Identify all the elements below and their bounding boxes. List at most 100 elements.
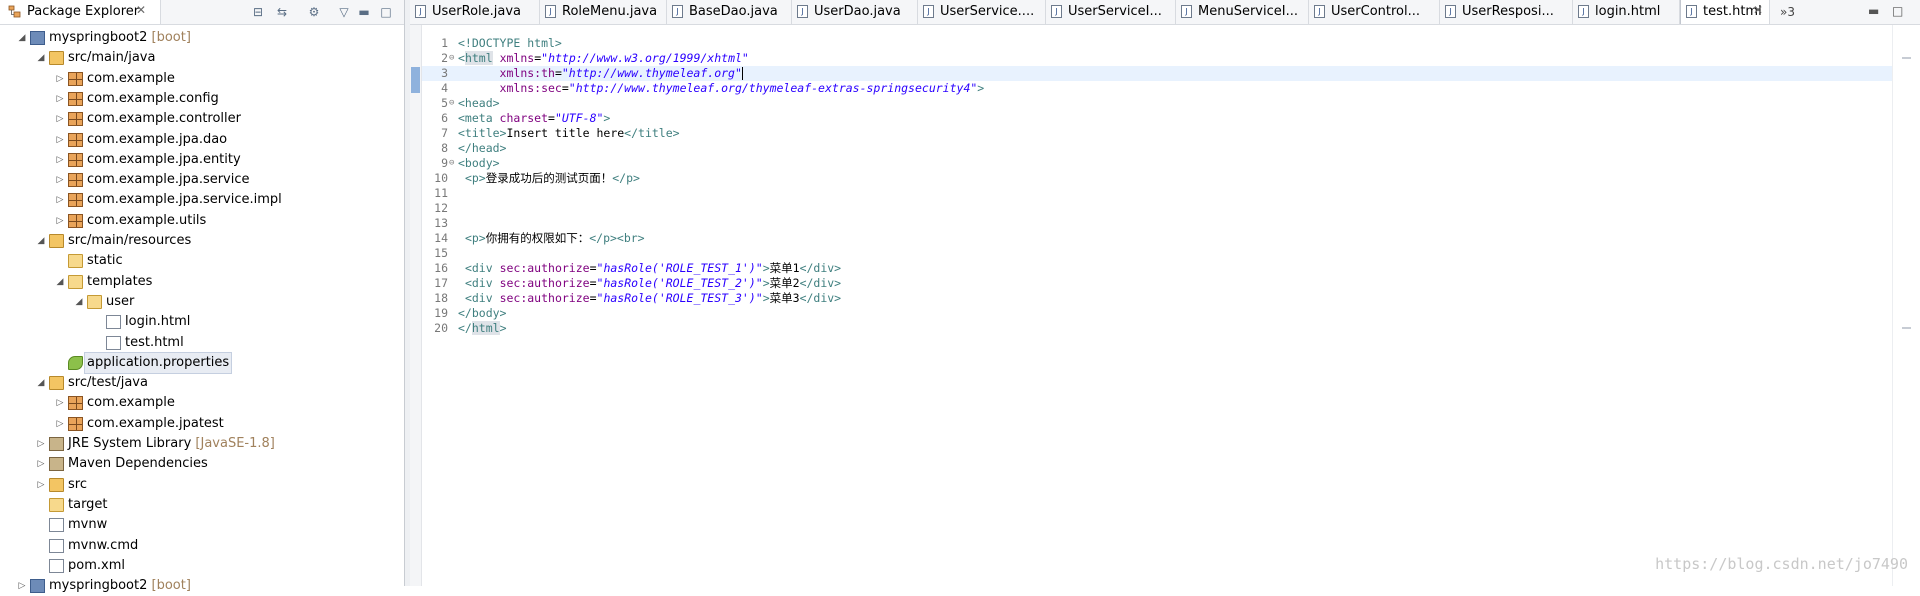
code-line[interactable]: 20 </html> <box>422 321 1902 336</box>
collapsed-twisty-icon[interactable]: ▷ <box>54 69 66 89</box>
code-line[interactable]: 17 <div sec:authorize="hasRole('ROLE_TES… <box>422 276 1902 291</box>
file-icon: J <box>1051 5 1062 18</box>
tree-item[interactable]: test.html <box>0 333 404 353</box>
line-number: 11 <box>434 186 448 200</box>
tab-package-explorer[interactable]: Package Explorer ✕ <box>0 0 161 24</box>
code-line[interactable]: 8 </head> <box>422 141 1902 156</box>
code-line[interactable]: 5 ⊖ <head> <box>422 96 1902 111</box>
tree-item[interactable]: ▷ com.example.jpa.dao <box>0 130 404 150</box>
tab-editor-file[interactable]: J UserDao.java <box>792 0 918 24</box>
tree-item[interactable]: ▷ com.example.config <box>0 89 404 109</box>
tree-item[interactable]: login.html <box>0 312 404 332</box>
fold-icon[interactable]: ⊖ <box>449 96 457 111</box>
tree-item[interactable]: ▷ myspringboot2 [boot] <box>0 576 404 596</box>
collapsed-twisty-icon[interactable]: ▷ <box>54 150 66 170</box>
tab-editor-file[interactable]: J UserRole.java <box>410 0 540 24</box>
code-line[interactable]: 15 <box>422 246 1902 261</box>
maximize-icon[interactable]: □ <box>378 4 394 20</box>
code-line[interactable]: 16 <div sec:authorize="hasRole('ROLE_TES… <box>422 261 1902 276</box>
code-line[interactable]: 2 ⊖ <html xmlns="http://www.w3.org/1999/xh… <box>422 51 1902 66</box>
fold-icon[interactable]: ⊖ <box>449 156 457 171</box>
tab-editor-file[interactable]: J UserResposi... <box>1440 0 1573 24</box>
code-line[interactable]: 13 <box>422 216 1902 231</box>
tree-item[interactable]: ▷ com.example.jpa.service <box>0 170 404 190</box>
expanded-twisty-icon[interactable]: ◢ <box>73 292 85 312</box>
code-line[interactable]: 19 </body> <box>422 306 1902 321</box>
tree-item[interactable]: ▷ com.example <box>0 393 404 413</box>
link-with-editor-icon[interactable]: ⇆ <box>274 4 290 20</box>
tree-item[interactable]: ▷ JRE System Library [JavaSE-1.8] <box>0 434 404 454</box>
view-menu-icon[interactable]: ▽ <box>336 4 352 20</box>
collapse-all-icon[interactable]: ⊟ <box>250 4 266 20</box>
collapsed-twisty-icon[interactable]: ▷ <box>35 454 47 474</box>
tree-item[interactable]: ◢ templates <box>0 272 404 292</box>
code-text: <meta charset="UTF-8"> <box>458 111 610 126</box>
tree-item[interactable]: ▷ com.example.jpa.entity <box>0 150 404 170</box>
tree-item[interactable]: ▷ com.example <box>0 69 404 89</box>
tree-item[interactable]: mvnw.cmd <box>0 536 404 556</box>
maximize-icon[interactable]: □ <box>1892 4 1903 18</box>
code-line[interactable]: 6 <meta charset="UTF-8"> <box>422 111 1902 126</box>
expanded-twisty-icon[interactable]: ◢ <box>16 28 28 48</box>
code-line[interactable]: 10 <p>登录成功后的测试页面！</p> <box>422 171 1902 186</box>
collapsed-twisty-icon[interactable]: ▷ <box>54 414 66 434</box>
minimize-icon[interactable]: ▬ <box>1868 4 1879 18</box>
code-line[interactable]: 4 xmlns:sec="http://www.thymeleaf.org/th… <box>422 81 1902 96</box>
code-line[interactable]: 1 <!DOCTYPE html> <box>422 36 1902 51</box>
tree-item[interactable]: ▷ com.example.jpa.service.impl <box>0 190 404 210</box>
tab-editor-file[interactable]: J UserControl... <box>1309 0 1440 24</box>
tree-item[interactable]: ◢ src/main/java <box>0 48 404 68</box>
collapsed-twisty-icon[interactable]: ▷ <box>54 393 66 413</box>
code-line[interactable]: 9 ⊖ <body> <box>422 156 1902 171</box>
tab-editor-file[interactable]: J BaseDao.java <box>667 0 792 24</box>
tree-item[interactable]: application.properties <box>0 352 404 374</box>
code-line[interactable]: 7 <title>Insert title here</title> <box>422 126 1902 141</box>
focus-icon[interactable]: ⚙ <box>306 4 322 20</box>
more-tabs-button[interactable]: »3 <box>1780 5 1795 19</box>
close-icon[interactable]: ✕ <box>136 3 146 17</box>
tree-item[interactable]: ◢ user <box>0 292 404 312</box>
collapsed-twisty-icon[interactable]: ▷ <box>35 475 47 495</box>
code-line[interactable]: 12 <box>422 201 1902 216</box>
tree-item[interactable]: ▷ com.example.jpatest <box>0 414 404 434</box>
collapsed-twisty-icon[interactable]: ▷ <box>54 89 66 109</box>
collapsed-twisty-icon[interactable]: ▷ <box>54 130 66 150</box>
tree-item[interactable]: ▷ Maven Dependencies <box>0 454 404 474</box>
collapsed-twisty-icon[interactable]: ▷ <box>54 109 66 129</box>
overview-ruler[interactable] <box>1892 25 1920 586</box>
code-line[interactable]: 14 <p>你拥有的权限如下：</p><br> <box>422 231 1902 246</box>
expanded-twisty-icon[interactable]: ◢ <box>35 231 47 251</box>
tab-editor-file[interactable]: J RoleMenu.java <box>540 0 667 24</box>
tree-item[interactable]: ▷ src <box>0 475 404 495</box>
collapsed-twisty-icon[interactable]: ▷ <box>54 211 66 231</box>
tab-editor-file[interactable]: Jlogin.html <box>1573 0 1680 24</box>
collapsed-twisty-icon[interactable]: ▷ <box>16 576 28 596</box>
expanded-twisty-icon[interactable]: ◢ <box>35 373 47 393</box>
tree-item[interactable]: ▷ com.example.utils <box>0 211 404 231</box>
file-icon <box>49 518 64 532</box>
collapsed-twisty-icon[interactable]: ▷ <box>54 170 66 190</box>
tab-editor-file[interactable]: J MenuServiceI... <box>1176 0 1309 24</box>
tab-editor-file[interactable]: J UserService.... <box>918 0 1046 24</box>
tree-item[interactable]: ◢ src/main/resources <box>0 231 404 251</box>
tab-editor-file[interactable]: Jtest.html ✕ <box>1680 0 1770 24</box>
collapsed-twisty-icon[interactable]: ▷ <box>54 190 66 210</box>
tree-item[interactable]: ▷ com.example.controller <box>0 109 404 129</box>
close-icon[interactable]: ✕ <box>1753 3 1763 17</box>
tree-item[interactable]: pom.xml <box>0 556 404 576</box>
expanded-twisty-icon[interactable]: ◢ <box>35 48 47 68</box>
tree-item[interactable]: static <box>0 251 404 271</box>
fold-icon[interactable]: ⊖ <box>449 51 457 66</box>
expanded-twisty-icon[interactable]: ◢ <box>54 272 66 292</box>
tree-item[interactable]: ◢ myspringboot2 [boot] <box>0 28 404 48</box>
tab-editor-file[interactable]: J UserServiceI... <box>1046 0 1176 24</box>
tree-item[interactable]: target <box>0 495 404 515</box>
code-token: 登录成功后的测试页面！ <box>485 171 613 185</box>
collapsed-twisty-icon[interactable]: ▷ <box>35 434 47 454</box>
tree-item[interactable]: mvnw <box>0 515 404 535</box>
code-line[interactable]: 3 xmlns:th="http://www.thymeleaf.org" <box>422 66 1902 81</box>
code-line[interactable]: 18 <div sec:authorize="hasRole('ROLE_TES… <box>422 291 1902 306</box>
tree-item[interactable]: ◢ src/test/java <box>0 373 404 393</box>
minimize-icon[interactable]: ▬ <box>356 4 372 20</box>
code-line[interactable]: 11 <box>422 186 1902 201</box>
